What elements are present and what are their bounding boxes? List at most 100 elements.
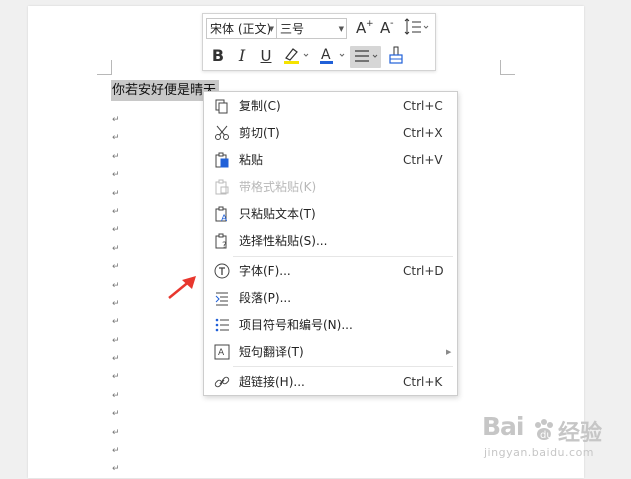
grow-font-button[interactable]: A + xyxy=(353,18,375,40)
format-painter-button[interactable] xyxy=(385,45,407,67)
menu-item-translate[interactable]: A 短句翻译(T) ▶ xyxy=(205,339,456,366)
menu-item-shortcut: Ctrl+V xyxy=(403,153,443,167)
menu-item-label: 超链接(H)... xyxy=(239,375,305,389)
mini-toolbar: 宋体 (正文) ▼ 三号 ▼ A + A- B I U A xyxy=(202,13,436,71)
paste-text-icon: A xyxy=(214,206,230,224)
paragraph-mark: ↵ xyxy=(112,354,120,365)
menu-item-label: 短句翻译(T) xyxy=(239,345,304,359)
menu-item-paste[interactable]: 粘贴 Ctrl+V xyxy=(205,147,456,174)
paragraph-marks: ↵ ↵ ↵ ↵ ↵ ↵ ↵ ↵ ↵ ↵ ↵ ↵ ↵ ↵ ↵ ↵ ↵ ↵ ↵ ↵ xyxy=(112,111,124,479)
paragraph-mark: ↵ xyxy=(112,206,120,217)
menu-separator xyxy=(233,366,453,367)
line-spacing-icon xyxy=(404,18,429,35)
menu-item-label: 粘贴 xyxy=(239,153,264,167)
menu-item-scissors[interactable]: 剪切(T) Ctrl+X xyxy=(205,120,456,147)
hyperlink-icon xyxy=(214,374,230,390)
bold-button[interactable]: B xyxy=(208,45,228,67)
font-size-select[interactable]: 三号 ▼ xyxy=(276,18,347,39)
menu-item-label: 段落(P)... xyxy=(239,291,292,305)
menu-item-bullets-numbering[interactable]: 项目符号和编号(N)... xyxy=(205,312,456,339)
menu-item-copy[interactable]: 复制(C) Ctrl+C xyxy=(205,93,456,120)
paragraph-mark: ↵ xyxy=(112,133,120,144)
svg-text:du: du xyxy=(540,430,553,441)
align-button[interactable] xyxy=(350,46,381,68)
font-name-select[interactable]: 宋体 (正文) ▼ xyxy=(206,18,277,39)
menu-item-label: 选择性粘贴(S)... xyxy=(239,234,328,248)
paragraph-icon xyxy=(214,290,230,306)
paragraph-mark: ↵ xyxy=(112,409,120,420)
menu-item-label: 带格式粘贴(K) xyxy=(239,180,317,194)
menu-separator xyxy=(233,256,453,257)
translate-icon: A xyxy=(214,344,230,360)
paragraph-mark: ↵ xyxy=(112,188,120,199)
svg-text:?: ? xyxy=(222,241,227,249)
paragraph-mark: ↵ xyxy=(112,335,120,346)
paste-format-icon xyxy=(214,179,230,195)
align-center-icon xyxy=(354,50,377,62)
paste-icon xyxy=(214,152,230,168)
italic-button[interactable]: I xyxy=(232,45,252,67)
underline-button[interactable]: U xyxy=(256,45,276,67)
paragraph-mark: ↵ xyxy=(112,317,120,328)
menu-item-paste-text[interactable]: A 只粘贴文本(T) xyxy=(205,201,456,228)
menu-item-shortcut: Ctrl+C xyxy=(403,99,443,113)
line-spacing-button[interactable] xyxy=(401,18,431,40)
shrink-font-button[interactable]: A- xyxy=(377,18,399,40)
watermark-suffix: 经验 xyxy=(558,421,603,446)
highlighter-icon xyxy=(284,48,309,64)
svg-text:-: - xyxy=(390,18,394,29)
menu-item-label: 剪切(T) xyxy=(239,126,280,140)
red-arrow-annotation xyxy=(168,276,196,299)
paragraph-mark: ↵ xyxy=(112,390,120,401)
menu-item-paste-format: 带格式粘贴(K) xyxy=(205,174,456,201)
chevron-down-icon: ▼ xyxy=(338,25,344,33)
svg-text:A: A xyxy=(221,214,228,222)
paragraph-mark: ↵ xyxy=(112,446,120,457)
paragraph-mark: ↵ xyxy=(112,225,120,236)
svg-text:+: + xyxy=(366,19,373,29)
font-color-button[interactable]: A xyxy=(317,45,349,67)
paragraph-mark: ↵ xyxy=(112,280,120,291)
menu-item-font[interactable]: 字体(F)... Ctrl+D xyxy=(205,258,456,285)
font-size-value: 三号 xyxy=(280,22,305,36)
watermark-logo-text: Bai xyxy=(482,412,524,441)
context-menu: 复制(C) Ctrl+C 剪切(T) Ctrl+X 粘贴 Ctrl+V 带格式粘贴(K) A 只… xyxy=(203,91,458,396)
paste-special-icon: ? xyxy=(214,233,230,251)
paragraph-mark: ↵ xyxy=(112,151,120,162)
baidu-paw-icon: du xyxy=(535,419,553,441)
paragraph-mark: ↵ xyxy=(112,170,120,181)
chevron-down-icon: ▼ xyxy=(268,25,274,33)
font-icon xyxy=(214,263,230,279)
menu-item-hyperlink[interactable]: 超链接(H)... Ctrl+K xyxy=(205,369,456,396)
paragraph-mark: ↵ xyxy=(112,262,120,273)
page-margin-corner-left xyxy=(97,60,112,75)
format-painter-icon xyxy=(389,46,403,64)
menu-item-label: 项目符号和编号(N)... xyxy=(239,318,353,332)
menu-item-shortcut: Ctrl+D xyxy=(403,264,444,278)
paragraph-mark: ↵ xyxy=(112,298,120,309)
menu-item-label: 字体(F)... xyxy=(239,264,291,278)
paragraph-mark: ↵ xyxy=(112,372,120,383)
paragraph-mark: ↵ xyxy=(112,115,120,125)
scissors-icon xyxy=(214,125,230,141)
font-color-icon: A xyxy=(320,47,345,64)
menu-item-paragraph[interactable]: 段落(P)... xyxy=(205,285,456,312)
menu-item-shortcut: Ctrl+K xyxy=(403,375,443,389)
menu-item-label: 只粘贴文本(T) xyxy=(239,207,316,221)
highlight-button[interactable] xyxy=(281,45,313,67)
font-name-value: 宋体 (正文) xyxy=(210,22,272,36)
shrink-font-icon: A- xyxy=(380,18,394,37)
svg-text:A: A xyxy=(321,47,331,63)
watermark-url: jingyan.baidu.com xyxy=(484,446,595,459)
menu-item-paste-special[interactable]: ? 选择性粘贴(S)... xyxy=(205,228,456,255)
paragraph-mark: ↵ xyxy=(112,427,120,438)
paragraph-mark: ↵ xyxy=(112,243,120,254)
page-margin-corner-right xyxy=(500,60,515,75)
grow-font-icon: A + xyxy=(356,19,374,37)
menu-item-label: 复制(C) xyxy=(239,99,281,113)
baidu-jingyan-watermark: Bai du 经验 jingyan.baidu.com xyxy=(482,412,602,472)
bullets-numbering-icon xyxy=(214,317,230,333)
copy-icon xyxy=(214,98,230,114)
paragraph-mark: ↵ xyxy=(112,464,120,475)
svg-text:A: A xyxy=(218,348,225,358)
